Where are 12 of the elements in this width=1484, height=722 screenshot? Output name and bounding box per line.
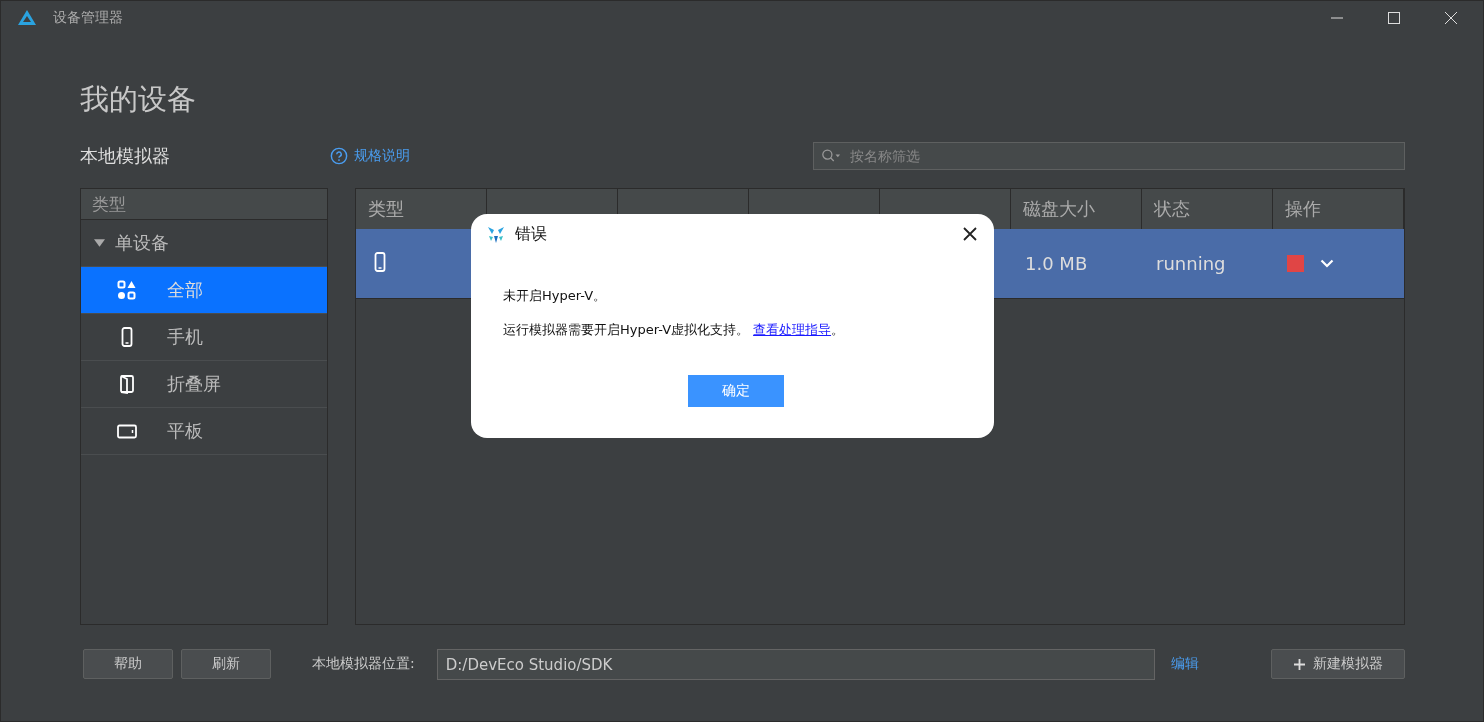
dialog-message: 未开启Hyper-V。 [503,287,608,305]
location-label: 本地模拟器位置: [312,655,415,673]
sidebar-header: 类型 [81,189,327,220]
dialog-title: 错误 [515,223,547,245]
table-cell: running [1156,253,1226,274]
tree-group-label: 单设备 [115,231,169,255]
section-title: 本地模拟器 [80,144,171,168]
window-title: 设备管理器 [53,9,123,27]
page-title: 我的设备 [80,81,197,118]
dialog-detail: 运行模拟器需要开启Hyper-V虚拟化支持。 [503,322,750,337]
table-cell: 1.0 MB [1025,253,1088,274]
period-text: 。 [831,322,845,337]
